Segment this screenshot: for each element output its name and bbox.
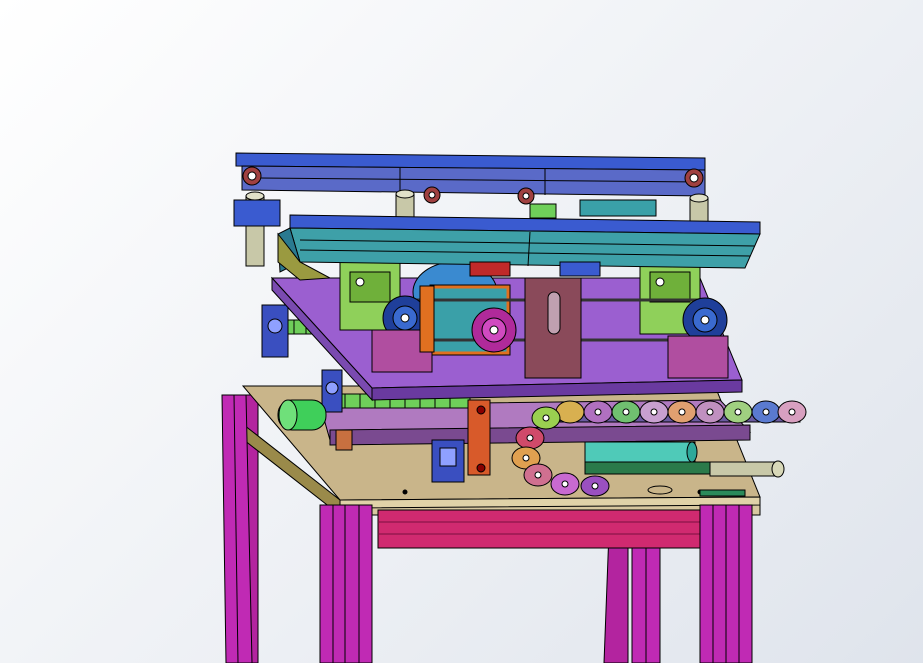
- motor-mount-right: [667, 335, 729, 379]
- timing-pulley-center: [471, 307, 517, 353]
- conveyor-roller-end-right: [684, 168, 704, 188]
- cover-panel-orange: [419, 285, 435, 353]
- roller-cyan: [584, 441, 716, 475]
- frame-leg-mid-right: [631, 547, 661, 663]
- conveyor-roller-end-left: [242, 166, 262, 186]
- bearing-block-upper: [261, 304, 289, 358]
- support-block-green: [529, 203, 557, 219]
- frame-leg-front-right: [699, 504, 753, 663]
- standoff-post-right: [709, 461, 779, 477]
- conveyor-stack: [233, 152, 761, 281]
- conveyor-idler-2: [517, 187, 535, 205]
- support-block-teal: [579, 199, 657, 217]
- conveyor-idler-1: [423, 186, 441, 204]
- clamp-block-left: [233, 199, 281, 227]
- mount-block-blue: [559, 261, 601, 277]
- apron-rail-back: [377, 509, 719, 549]
- tensioner-bracket: [524, 277, 582, 379]
- cad-viewport[interactable]: [0, 0, 923, 663]
- bracket-small: [335, 429, 353, 451]
- frame-leg-front-left: [319, 504, 373, 663]
- bearing-block-lower: [321, 369, 343, 413]
- bearing-block-table: [431, 439, 465, 483]
- standoff-post-back-right: [689, 193, 709, 225]
- machine-assembly[interactable]: [0, 0, 923, 663]
- mount-block-red: [469, 261, 511, 277]
- lower-conveyor-body: [289, 227, 761, 269]
- timing-pulley-right: [682, 297, 728, 343]
